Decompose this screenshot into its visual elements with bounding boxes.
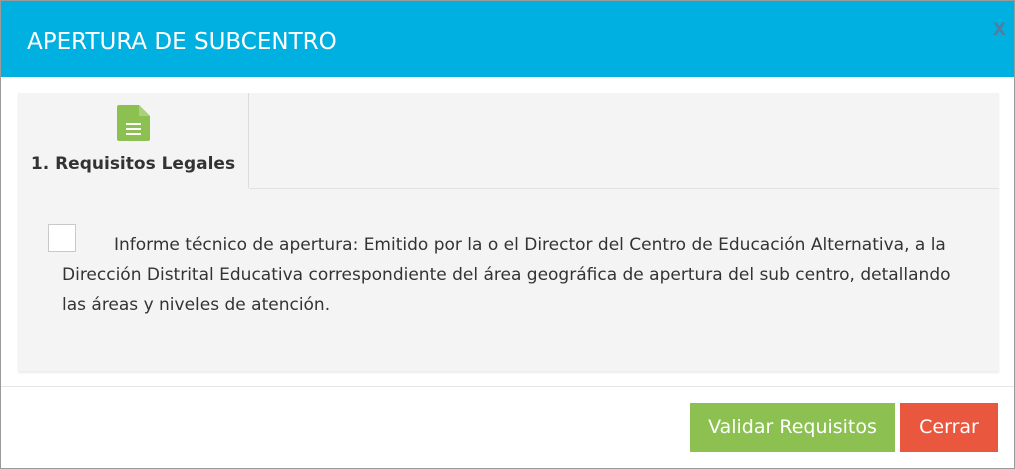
close-x-icon[interactable]: X [993,20,1006,40]
requirement-text: Informe técnico de apertura: Emitido por… [62,235,951,315]
requirements-panel: 1. Requisitos Legales Informe técnico de… [18,93,999,371]
subcentro-modal: APERTURA DE SUBCENTRO X 1. Requisitos Le… [0,0,1015,469]
footer-divider [1,386,1014,387]
modal-header: APERTURA DE SUBCENTRO X [1,1,1014,77]
modal-title: APERTURA DE SUBCENTRO [27,29,337,55]
tab-label: 1. Requisitos Legales [30,154,236,174]
close-button[interactable]: Cerrar [900,403,998,452]
validate-requirements-button[interactable]: Validar Requisitos [690,403,895,452]
tab-requisitos-legales[interactable]: 1. Requisitos Legales [18,93,249,188]
document-icon [117,105,150,141]
tab-divider [249,188,999,189]
